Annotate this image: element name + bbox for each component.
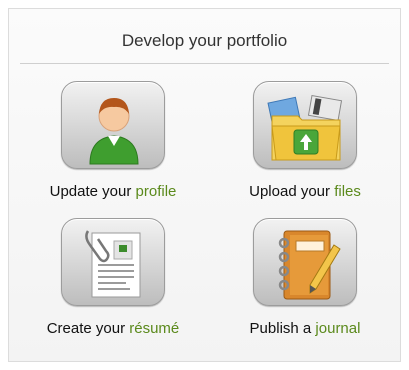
publish-journal-label-highlight[interactable]: journal [315, 320, 360, 337]
title-divider [20, 63, 389, 64]
publish-journal-button[interactable] [253, 218, 357, 306]
create-resume-label-prefix: Create your [46, 320, 130, 337]
panel-title: Develop your portfolio [121, 31, 288, 50]
upload-files-tile[interactable]: Upload your files [215, 81, 395, 221]
update-profile-label[interactable]: Update your profile [23, 183, 203, 200]
update-profile-label-highlight[interactable]: profile [136, 183, 177, 200]
upload-files-label-highlight[interactable]: files [334, 183, 361, 200]
folder-upload-icon [267, 94, 343, 161]
create-resume-label-highlight[interactable]: résumé [129, 320, 179, 337]
create-resume-label[interactable]: Create your résumé [23, 320, 203, 337]
user-profile-icon [89, 98, 139, 165]
publish-journal-label[interactable]: Publish a journal [215, 320, 395, 337]
upload-files-label[interactable]: Upload your files [215, 183, 395, 200]
journal-notebook-icon [278, 230, 341, 300]
portfolio-panel: Develop your portfolio Update your profi… [8, 8, 401, 362]
resume-document-icon [85, 230, 141, 298]
create-resume-button[interactable] [61, 218, 165, 306]
create-resume-tile[interactable]: Create your résumé [23, 218, 203, 358]
update-profile-tile[interactable]: Update your profile [23, 81, 203, 221]
upload-files-button[interactable] [253, 81, 357, 169]
upload-files-label-prefix: Upload your [249, 183, 335, 200]
publish-journal-label-prefix: Publish a [249, 320, 316, 337]
publish-journal-tile[interactable]: Publish a journal [215, 218, 395, 358]
update-profile-label-prefix: Update your [49, 183, 136, 200]
update-profile-button[interactable] [61, 81, 165, 169]
